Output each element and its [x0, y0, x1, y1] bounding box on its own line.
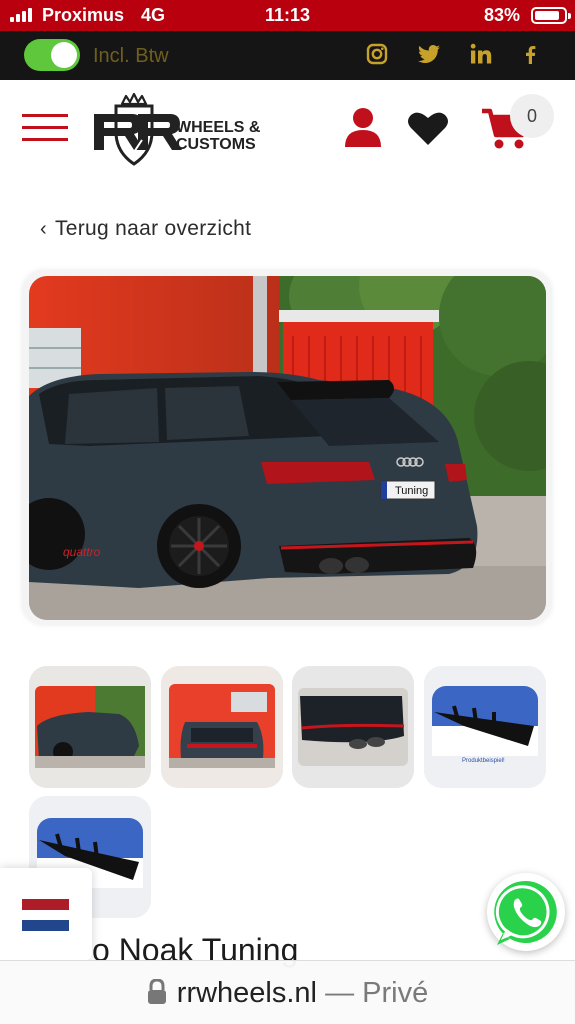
whatsapp-icon — [494, 880, 557, 945]
browser-address-bar[interactable]: rrwheels.nl — Privé — [0, 960, 575, 1024]
thumbnail-4[interactable]: Produktbeispiel! — [424, 666, 546, 788]
lock-icon — [147, 979, 166, 1004]
battery-percent: 83% — [483, 5, 520, 25]
wishlist-heart-icon[interactable] — [407, 110, 449, 146]
url-domain: rrwheels.nl — [176, 977, 317, 1009]
language-selector[interactable] — [0, 868, 92, 960]
thumbnail-3[interactable] — [292, 666, 414, 788]
whatsapp-button[interactable] — [487, 873, 565, 951]
twitter-icon[interactable] — [416, 42, 442, 68]
status-bar: Proximus 4G 11:13 83% — [0, 0, 575, 31]
screen: { "status_bar": { "carrier": "Proximus",… — [0, 0, 575, 1024]
back-to-overview-link[interactable]: ‹ Terug naar overzicht — [40, 217, 251, 241]
plate-text: Tuning — [395, 485, 428, 497]
top-bar: Incl. Btw — [0, 31, 575, 80]
cart-count-badge[interactable]: 0 — [510, 94, 554, 138]
logo-wordmark: WHEELS & CUSTOMS — [176, 119, 261, 153]
netherlands-flag-icon — [22, 899, 69, 931]
facebook-icon[interactable] — [517, 42, 543, 68]
battery-icon — [531, 7, 571, 24]
thumbnail-1[interactable] — [29, 666, 151, 788]
menu-icon[interactable] — [22, 114, 68, 142]
chevron-left-icon: ‹ — [40, 218, 47, 240]
svg-text:Produktbeispiel!: Produktbeispiel! — [462, 758, 505, 764]
site-header: WHEELS & CUSTOMS — [0, 80, 575, 178]
linkedin-icon[interactable] — [468, 42, 494, 68]
vat-toggle[interactable] — [24, 39, 80, 71]
main-product-image[interactable]: Tuning quattro — [29, 276, 546, 620]
quattro-decal: quattro — [63, 545, 101, 559]
instagram-icon[interactable] — [364, 42, 390, 68]
private-mode-label: — Privé — [325, 977, 429, 1009]
thumbnail-2[interactable] — [161, 666, 283, 788]
account-icon[interactable] — [344, 107, 382, 147]
vat-toggle-label: Incl. Btw — [93, 45, 169, 67]
